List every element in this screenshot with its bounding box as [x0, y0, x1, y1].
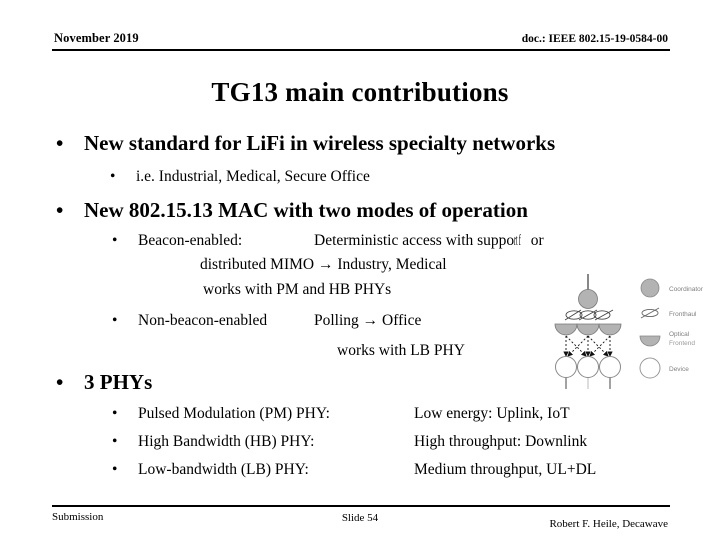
optical-frontend-nodes-icon — [554, 323, 622, 336]
bullet-marker: • — [112, 433, 118, 450]
device-nodes-icon — [555, 356, 621, 389]
phy-row-lb: • Low-bandwidth (LB) PHY: Medium throughpu… — [112, 461, 596, 479]
legend-fronthaul-label: Fronthaul — [669, 311, 697, 318]
bullet-3-text: 3 PHYs — [84, 370, 153, 394]
slide-canvas: November 2019 doc.: IEEE 802.15-19-0584-… — [0, 0, 720, 540]
footer-divider — [52, 505, 670, 507]
bullet-1: • New standard for LiFi in wireless speci… — [56, 131, 555, 156]
legend-optical-frontend-label-line2: Frontend — [669, 340, 695, 347]
header-divider — [52, 49, 670, 51]
legend-optical-frontend-icon — [639, 335, 661, 347]
header-date: November 2019 — [54, 31, 139, 45]
bullet-2-sub-beacon: • Beacon-enabled: — [112, 232, 242, 250]
legend-device-label: Device — [669, 366, 689, 373]
legend-coordinator-icon — [640, 278, 660, 298]
beacon-enabled-label: Beacon-enabled: — [138, 232, 243, 249]
bullet-1-sub-1-text: i.e. Industrial, Medical, Secure Office — [136, 168, 370, 185]
bullet-marker: • — [56, 131, 64, 155]
bullet-2-text: New 802.15.13 MAC with two modes of oper… — [84, 198, 528, 222]
bullet-marker: • — [112, 232, 118, 249]
bullet-marker: • — [56, 198, 64, 222]
beacon-desc-tail: or — [530, 232, 544, 249]
non-beacon-enabled-label: Non-beacon-enabled — [138, 312, 268, 329]
bullet-1-sub-1: • i.e. Industrial, Medical, Secure Office — [110, 168, 370, 186]
bullet-3: • 3 PHYs — [56, 370, 152, 395]
phy-row-pm: • Pulsed Modulation (PM) PHY: Low energy: … — [112, 405, 570, 423]
page-title: TG13 main contributions — [211, 77, 509, 107]
fronthaul-links-icon — [564, 309, 614, 321]
bullet-2: • New 802.15.13 MAC with two modes of ope… — [56, 198, 528, 223]
legend-coordinator-label: Coordinator — [669, 286, 704, 293]
optical-links-icon — [563, 335, 613, 357]
phy-row-pm-value: Low energy: Uplink, IoT — [414, 405, 570, 422]
header-doc-id: doc.: IEEE 802.15-19-0584-00 — [521, 33, 668, 45]
bullet-marker: • — [112, 461, 118, 478]
diagram-legend: Coordinator Fronthaul Optical Frontend D… — [639, 278, 704, 379]
footer-author: Robert F. Heile, Decawave — [549, 518, 668, 530]
bullet-2-sub-lb: works with LB PHY — [337, 342, 465, 359]
phy-row-hb: • High Bandwidth (HB) PHY: High throughput… — [112, 433, 587, 451]
beacon-desc-visible: Deterministic access with suppo — [314, 232, 515, 249]
bullet-marker: • — [112, 312, 118, 329]
phy-row-hb-value: High throughput: Downlink — [414, 433, 588, 450]
legend-device-icon — [639, 357, 661, 379]
bullet-2-sub-pm-hb: works with PM and HB PHYs — [203, 281, 392, 298]
beacon-enabled-description: Deterministic access with support f or — [314, 232, 598, 250]
phy-row-hb-label: High Bandwidth (HB) PHY: — [138, 433, 315, 450]
network-topology-diagram: Coordinator Fronthaul Optical Frontend D… — [543, 272, 720, 390]
non-beacon-enabled-description: Polling → Office — [314, 312, 422, 329]
phy-row-lb-label: Low-bandwidth (LB) PHY: — [138, 461, 309, 478]
bullet-marker: • — [110, 168, 116, 185]
bullet-1-text: New standard for LiFi in wireless specia… — [84, 131, 556, 155]
bullet-2-sub-nonbeacon: • Non-beacon-enabled — [112, 312, 267, 330]
bullet-marker: • — [56, 370, 64, 394]
legend-fronthaul-icon — [640, 307, 660, 319]
phy-row-lb-value: Medium throughput, UL+DL — [414, 461, 597, 478]
bullet-marker: • — [112, 405, 118, 422]
legend-optical-frontend-label-line1: Optical — [669, 331, 690, 338]
topology-graph — [554, 274, 622, 389]
phy-row-pm-label: Pulsed Modulation (PM) PHY: — [138, 405, 330, 422]
beacon-desc-overlap: rt f — [514, 232, 521, 249]
bullet-2-sub-mimo: distributed MIMO → Industry, Medical — [200, 256, 447, 273]
coordinator-node-icon — [578, 289, 598, 309]
